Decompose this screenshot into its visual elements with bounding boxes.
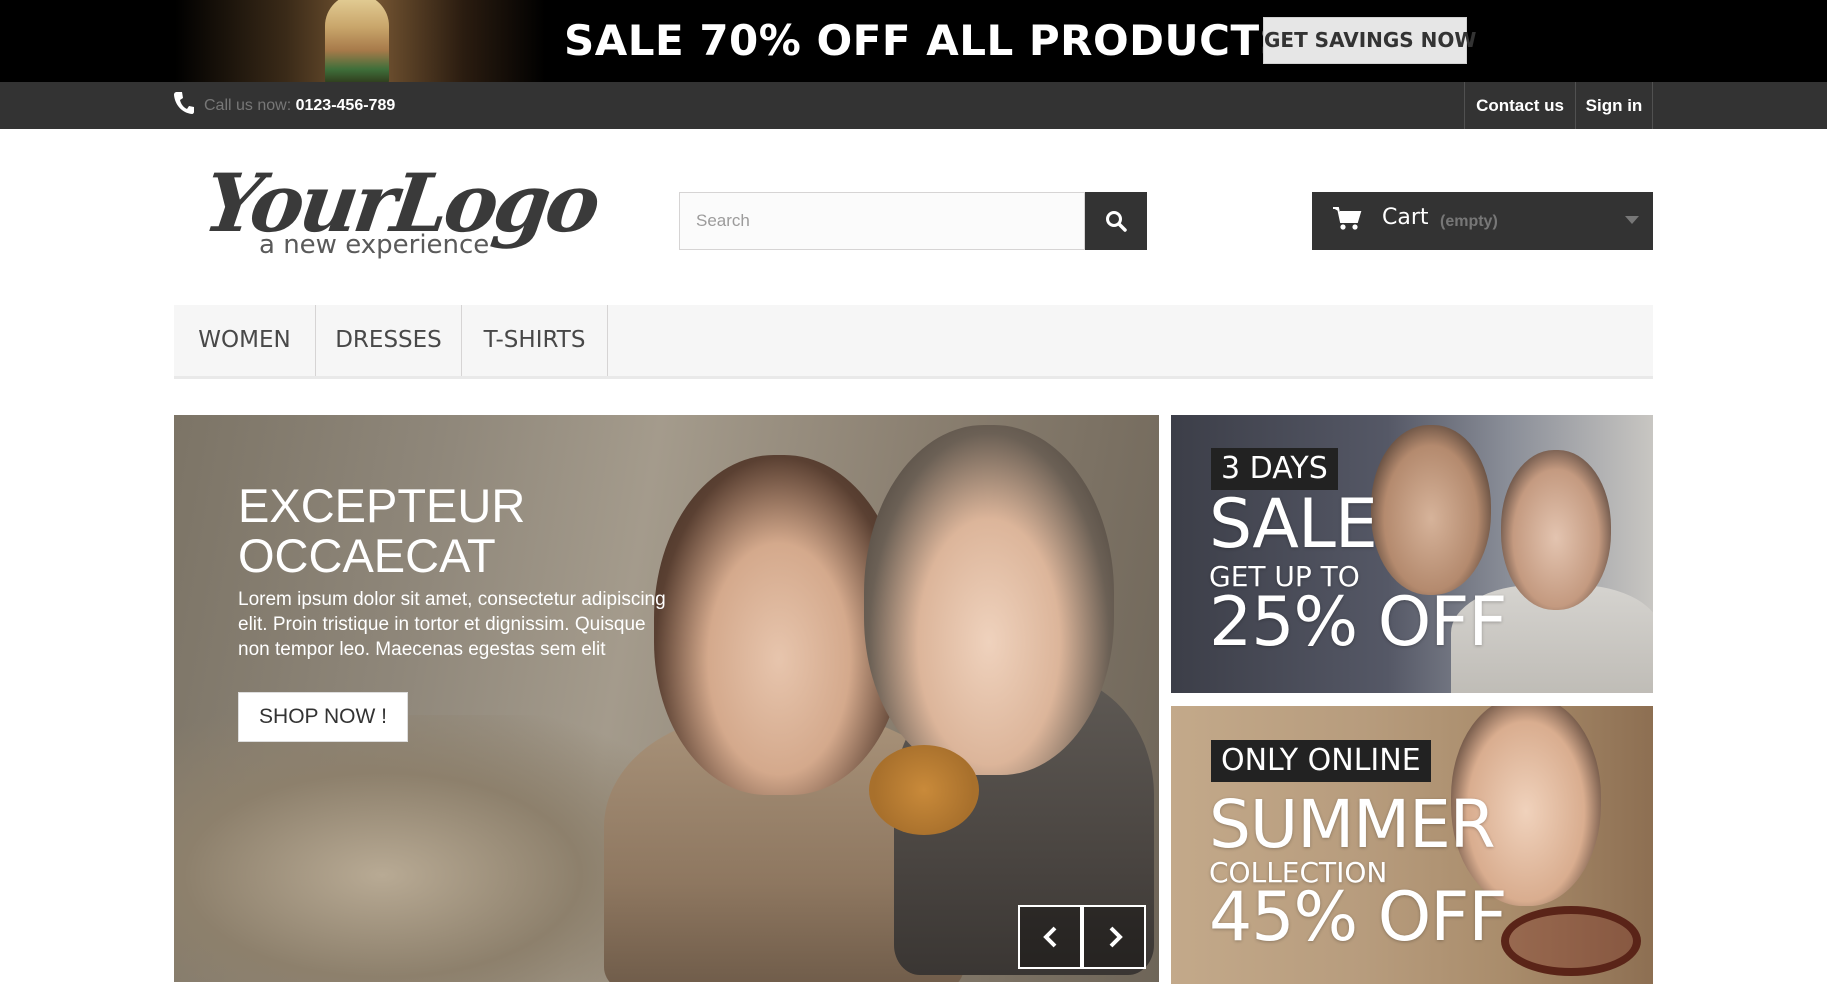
top-bar: Call us now: 0123-456-789 Contact us Sig… [0, 82, 1827, 129]
call-label: Call us now: [204, 97, 292, 114]
site-logo[interactable]: YourLogo a new experience [198, 156, 602, 268]
search-box [679, 192, 1085, 250]
home-slider[interactable]: EXCEPTEUR OCCAECAT Lorem ipsum dolor sit… [174, 415, 1159, 982]
slider-prev-button[interactable] [1018, 905, 1082, 969]
get-savings-button[interactable]: GET SAVINGS NOW [1263, 17, 1476, 64]
search-input[interactable] [680, 193, 1084, 249]
search-icon [1106, 211, 1127, 232]
shop-now-button[interactable]: SHOP NOW ! [238, 692, 408, 742]
promo-image [175, 0, 545, 82]
cart-status: (empty) [1440, 213, 1498, 230]
promo-banner-sale[interactable]: 3 DAYS SALE GET UP TO 25% OFF [1171, 415, 1653, 693]
banner-tag: 3 DAYS [1211, 448, 1338, 490]
logo-tagline: a new experience [259, 230, 490, 260]
promo-banner-summer[interactable]: ONLY ONLINE SUMMER COLLECTION 45% OFF [1171, 706, 1653, 984]
slider-next-button[interactable] [1082, 905, 1146, 969]
banner-model-man [1371, 425, 1491, 595]
chevron-left-icon [1043, 926, 1057, 948]
promo-headline: SALE 70% OFF ALL PRODUCTS [564, 16, 1291, 65]
slide-title: EXCEPTEUR OCCAECAT [238, 479, 526, 582]
banner-tag: ONLY ONLINE [1211, 740, 1431, 782]
banner-headline: SALE [1209, 485, 1378, 564]
cart-label: Cart [1382, 205, 1429, 230]
banner-model-woman [1501, 450, 1611, 610]
chevron-down-icon [1625, 216, 1639, 224]
cart-button[interactable]: Cart (empty) [1312, 192, 1653, 250]
slider-model-right [864, 425, 1114, 775]
banner-headline: SUMMER [1209, 786, 1496, 863]
search-button[interactable] [1085, 192, 1147, 250]
chevron-right-icon [1109, 926, 1123, 948]
contact-us-link[interactable]: Contact us [1464, 82, 1575, 129]
promo-banner[interactable]: SALE 70% OFF ALL PRODUCTS GET SAVINGS NO… [0, 0, 1827, 82]
main-menu: WOMEN DRESSES T-SHIRTS [174, 305, 1653, 379]
banner-discount: 45% OFF [1209, 878, 1508, 957]
menu-item-women[interactable]: WOMEN [174, 305, 316, 376]
promo-model-figure [325, 0, 389, 82]
slider-mitten [869, 745, 979, 835]
phone-icon [173, 91, 195, 115]
phone-number: 0123-456-789 [295, 97, 396, 114]
sign-in-link[interactable]: Sign in [1575, 82, 1653, 129]
menu-item-t-shirts[interactable]: T-SHIRTS [462, 305, 608, 376]
call-info: Call us now: 0123-456-789 [204, 97, 395, 115]
cart-icon [1333, 207, 1362, 230]
banner-sunglasses [1501, 906, 1641, 976]
banner-discount: 25% OFF [1209, 583, 1508, 662]
slide-description: Lorem ipsum dolor sit amet, consectetur … [238, 589, 666, 660]
menu-item-dresses[interactable]: DRESSES [316, 305, 462, 376]
